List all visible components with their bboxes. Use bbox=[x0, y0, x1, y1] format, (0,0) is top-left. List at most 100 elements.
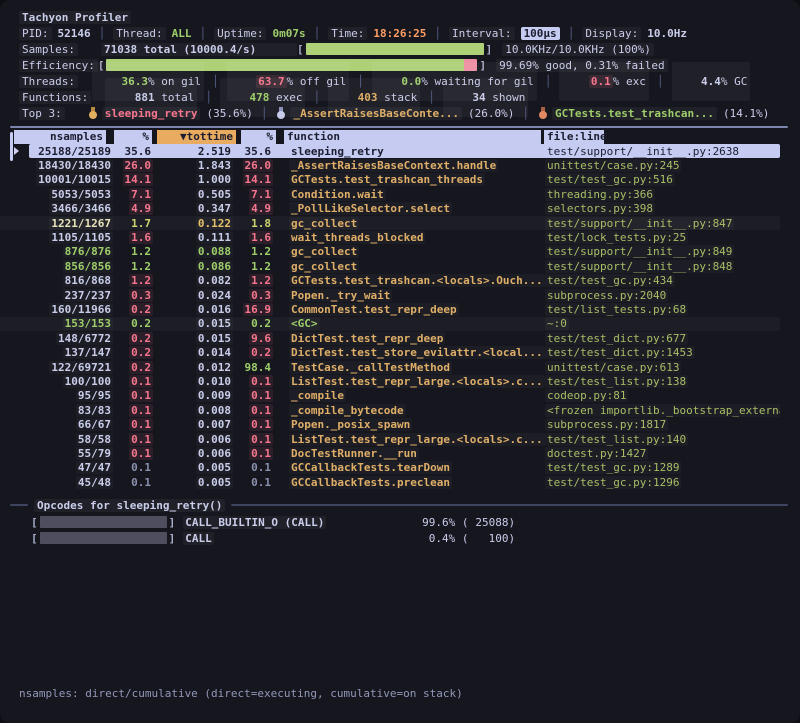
cell-cumulative-pct: 4.9 bbox=[233, 202, 273, 215]
samples-row: Samples:71038 total (10000.4/s)[]10.0KHz… bbox=[19, 41, 800, 57]
table-row[interactable]: 153/153 0.2 0.015 0.2 <GC> ~:0 bbox=[0, 317, 780, 331]
header-nsamples[interactable]: nsamples bbox=[14, 130, 106, 144]
table-row[interactable]: 100/100 0.1 0.010 0.1 ListTest.test_repr… bbox=[0, 374, 780, 388]
app-title-text: Tachyon Profiler bbox=[19, 11, 131, 24]
profiler-screen: Tachyon Profiler PID: 52146 │ Thread: AL… bbox=[0, 0, 800, 723]
cell-nsamples: 45/48 bbox=[29, 476, 113, 489]
table-top-divider bbox=[10, 126, 788, 128]
table-row[interactable]: 10001/10015 14.1 1.000 14.1 GCTests.test… bbox=[0, 173, 780, 187]
cell-cumulative-pct: 0.2 bbox=[233, 317, 273, 330]
opcode-name: CALL_BUILTIN_O (CALL) bbox=[183, 516, 413, 529]
divider-line bbox=[231, 504, 788, 506]
cell-cumulative-pct: 0.1 bbox=[233, 447, 273, 460]
table-row[interactable]: 45/48 0.1 0.005 0.1 GCCallbackTests.prec… bbox=[0, 475, 780, 489]
table-header: nsamples % ▼tottime % function file:line bbox=[0, 129, 800, 144]
medal-gold-icon bbox=[89, 107, 97, 119]
functions-table: nsamples % ▼tottime % function file:line… bbox=[0, 129, 800, 489]
cell-function: sleeping_retry bbox=[289, 145, 545, 158]
top3-label: Top 3: bbox=[19, 107, 65, 120]
table-row[interactable]: 47/47 0.1 0.005 0.1 GCCallbackTests.tear… bbox=[0, 461, 780, 475]
stat-unit: exec bbox=[269, 91, 302, 104]
cell-nsamples: 100/100 bbox=[29, 375, 113, 388]
cell-tottime: 0.010 bbox=[153, 375, 233, 388]
cell-direct-pct: 0.1 bbox=[113, 461, 153, 474]
opcode-bar bbox=[40, 516, 167, 528]
opcode-pct: 99.6% bbox=[413, 516, 455, 529]
cell-nsamples: 148/6772 bbox=[29, 332, 113, 345]
cell-function: <GC> bbox=[289, 317, 545, 330]
table-row[interactable]: 856/856 1.2 0.086 1.2 gc_collect test/su… bbox=[0, 259, 780, 273]
app-title: Tachyon Profiler bbox=[19, 9, 800, 25]
table-row-cells: 1105/1105 1.6 0.111 1.6 wait_threads_blo… bbox=[29, 230, 780, 244]
table-row[interactable]: 148/6772 0.2 0.015 9.6 DictTest.test_rep… bbox=[0, 331, 780, 345]
cell-nsamples: 856/856 bbox=[29, 260, 113, 273]
opcode-pct: 0.4% bbox=[413, 532, 455, 545]
separator: │ bbox=[261, 107, 268, 120]
cell-nsamples: 66/67 bbox=[29, 418, 113, 431]
cell-tottime: 0.015 bbox=[153, 332, 233, 345]
table-row[interactable]: 137/147 0.2 0.014 0.2 DictTest.test_stor… bbox=[0, 345, 780, 359]
opcode-count-wrap: (25088) bbox=[455, 516, 515, 529]
cell-tottime: 0.012 bbox=[153, 361, 233, 374]
table-row[interactable]: 66/67 0.1 0.007 0.1 Popen._posix_spawn s… bbox=[0, 417, 780, 431]
cell-cumulative-pct: 14.1 bbox=[233, 173, 273, 186]
table-row[interactable]: 25188/25189 35.6 2.519 35.6 sleeping_ret… bbox=[0, 144, 780, 158]
opcodes-title: Opcodes for sleeping_retry() bbox=[34, 499, 225, 512]
samples-total: 71038 total (10000.4/s) bbox=[101, 43, 297, 56]
status-segment: Uptime: 0m07s bbox=[214, 27, 305, 40]
cell-function: CommonTest.test_repr_deep bbox=[289, 303, 545, 316]
cell-nsamples: 1105/1105 bbox=[29, 231, 113, 244]
cell-tottime: 0.122 bbox=[153, 217, 233, 230]
cell-file-line: subprocess.py:1817 bbox=[545, 418, 780, 431]
cell-tottime: 0.016 bbox=[153, 303, 233, 316]
cell-tottime: 0.014 bbox=[153, 346, 233, 359]
footer-help: nsamples: direct/cumulative (direct=exec… bbox=[19, 659, 463, 723]
cell-direct-pct: 35.6 bbox=[113, 145, 153, 158]
separator: │ bbox=[314, 27, 321, 40]
header-cumulative-pct[interactable]: % bbox=[241, 130, 276, 144]
cell-direct-pct: 4.9 bbox=[113, 202, 153, 215]
table-row[interactable]: 160/11966 0.2 0.016 16.9 CommonTest.test… bbox=[0, 302, 780, 316]
table-row-cells: 66/67 0.1 0.007 0.1 Popen._posix_spawn s… bbox=[29, 417, 780, 431]
table-row[interactable]: 1105/1105 1.6 0.111 1.6 wait_threads_blo… bbox=[0, 230, 780, 244]
cell-direct-pct: 0.1 bbox=[113, 476, 153, 489]
table-row[interactable]: 122/69721 0.2 0.012 98.4 TestCase._callT… bbox=[0, 360, 780, 374]
table-row-cells: 137/147 0.2 0.014 0.2 DictTest.test_stor… bbox=[29, 345, 780, 359]
table-row[interactable]: 237/237 0.3 0.024 0.3 Popen._try_wait su… bbox=[0, 288, 780, 302]
cell-direct-pct: 0.3 bbox=[113, 289, 153, 302]
table-row[interactable]: 18430/18430 26.0 1.843 26.0 _AssertRaise… bbox=[0, 158, 780, 172]
cell-direct-pct: 0.1 bbox=[113, 389, 153, 402]
opcode-name: CALL bbox=[183, 532, 413, 545]
cell-function: _compile_bytecode bbox=[289, 404, 545, 417]
table-row[interactable]: 876/876 1.2 0.088 1.2 gc_collect test/su… bbox=[0, 245, 780, 259]
cell-direct-pct: 0.2 bbox=[113, 303, 153, 316]
cell-tottime: 0.347 bbox=[153, 202, 233, 215]
table-row[interactable]: 83/83 0.1 0.008 0.1 _compile_bytecode <f… bbox=[0, 403, 780, 417]
table-row-cells: 5053/5053 7.1 0.505 7.1 Condition.wait t… bbox=[29, 187, 780, 201]
cell-tottime: 0.111 bbox=[153, 231, 233, 244]
header-direct-pct[interactable]: % bbox=[114, 130, 152, 144]
cell-nsamples: 58/58 bbox=[29, 433, 113, 446]
cell-cumulative-pct: 0.1 bbox=[233, 389, 273, 402]
cell-file-line: ~:0 bbox=[545, 317, 780, 330]
selected-row-arrow-icon bbox=[14, 147, 29, 155]
table-row[interactable]: 58/58 0.1 0.006 0.1 ListTest.test_repr_l… bbox=[0, 432, 780, 446]
table-row-cells: 876/876 1.2 0.088 1.2 gc_collect test/su… bbox=[29, 245, 780, 259]
header-file-line[interactable]: file:line bbox=[544, 130, 604, 144]
cell-function: GCCallbackTests.preclean bbox=[289, 476, 545, 489]
header-function[interactable]: function bbox=[284, 130, 541, 144]
cell-tottime: 1.843 bbox=[153, 159, 233, 172]
table-row[interactable]: 1221/1267 1.7 0.122 1.8 gc_collect test/… bbox=[0, 216, 780, 230]
header-tottime-sorted[interactable]: ▼tottime bbox=[157, 130, 236, 144]
samples-bar-fill bbox=[306, 43, 484, 55]
cell-nsamples: 876/876 bbox=[29, 245, 113, 258]
cell-cumulative-pct: 35.6 bbox=[233, 145, 273, 158]
cell-nsamples: 10001/10015 bbox=[29, 173, 113, 186]
cell-tottime: 0.082 bbox=[153, 274, 233, 287]
table-row[interactable]: 816/868 1.2 0.082 1.2 GCTests.test_trash… bbox=[0, 274, 780, 288]
table-row[interactable]: 5053/5053 7.1 0.505 7.1 Condition.wait t… bbox=[0, 187, 780, 201]
table-row[interactable]: 55/79 0.1 0.006 0.1 DocTestRunner.__run … bbox=[0, 446, 780, 460]
table-row[interactable]: 95/95 0.1 0.009 0.1 _compile codeop.py:8… bbox=[0, 389, 780, 403]
cell-cumulative-pct: 1.2 bbox=[233, 245, 273, 258]
table-row[interactable]: 3466/3466 4.9 0.347 4.9 _PollLikeSelecto… bbox=[0, 202, 780, 216]
